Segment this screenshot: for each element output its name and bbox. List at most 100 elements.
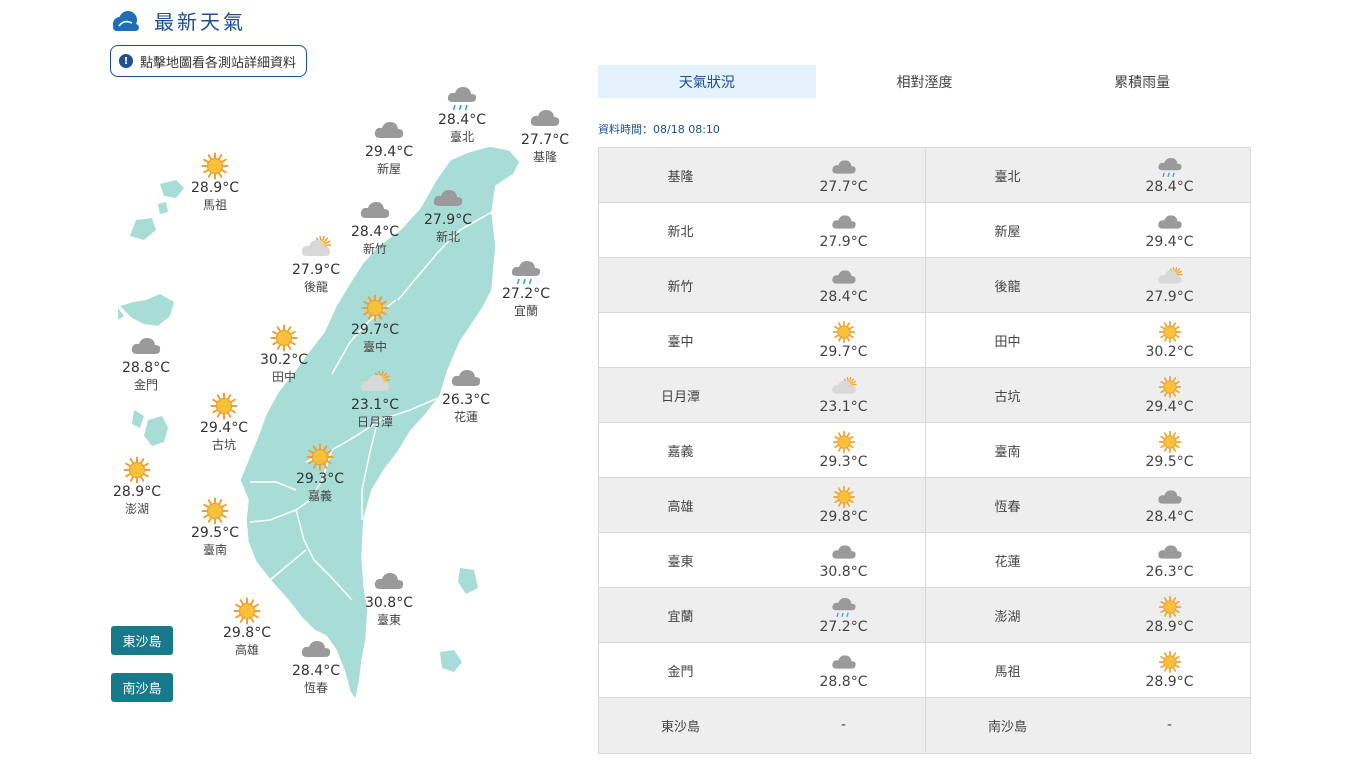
partly-cloudy-icon [360, 370, 391, 391]
tab-weather-status[interactable]: 天氣狀況 [598, 65, 816, 98]
station-temperature: 28.8°C [122, 360, 170, 376]
station-name: 田中 [994, 334, 1021, 350]
temperature-value: 28.4°C [819, 289, 868, 305]
table-cell[interactable]: 新北 27.9°C [599, 203, 925, 257]
station-temperature: 28.4°C [438, 112, 486, 128]
temperature-value: 29.4°C [1145, 234, 1194, 250]
tab-relative-humidity[interactable]: 相對溼度 [816, 65, 1034, 98]
station-temperature: 27.9°C [424, 212, 472, 228]
station-name: 金門 [133, 378, 158, 392]
temperature-value: 29.3°C [819, 454, 868, 470]
cloud-icon [374, 122, 404, 138]
table-cell[interactable]: 嘉義 29.3°C [599, 423, 925, 477]
station-penghu[interactable]: 28.9°C 澎湖 [102, 456, 172, 517]
table-cell[interactable]: 宜蘭 27.2°C [599, 588, 925, 642]
table-row: 臺東 30.8°C 花蓮 26.3°C [599, 533, 1250, 588]
table-row: 日月潭 23.1°C 古坑 29.4°C [599, 368, 1250, 423]
temperature-value: 29.7°C [819, 344, 868, 360]
table-cell[interactable]: 基隆 27.7°C [599, 148, 925, 202]
table-cell[interactable]: 臺中 29.7°C [599, 313, 925, 367]
station-temperature: 28.4°C [292, 663, 340, 679]
station-temperature: 29.5°C [191, 525, 239, 541]
no-data-value: - [1166, 717, 1173, 733]
station-kaohsiung[interactable]: 29.8°C 高雄 [212, 597, 282, 658]
table-cell[interactable]: 高雄 29.8°C [599, 478, 925, 532]
weather-value: 28.4°C [1089, 478, 1250, 532]
nansha-island-button[interactable]: 南沙島 [111, 673, 173, 702]
table-cell[interactable]: 臺南 29.5°C [925, 423, 1250, 477]
table-cell[interactable]: 恆春 28.4°C [925, 478, 1250, 532]
partly-cloudy-icon [301, 235, 332, 256]
station-taipei[interactable]: 28.4°C 臺北 [427, 84, 497, 145]
weather-value: 29.4°C [1089, 203, 1250, 257]
table-cell[interactable]: 澎湖 28.9°C [925, 588, 1250, 642]
sun-icon [832, 430, 855, 454]
station-name: 宜蘭 [513, 304, 538, 318]
table-cell[interactable]: 新竹 28.4°C [599, 258, 925, 312]
table-cell[interactable]: 古坑 29.4°C [925, 368, 1250, 422]
station-xinwu[interactable]: 29.4°C 新屋 [354, 116, 424, 177]
cloud-icon [530, 110, 560, 126]
station-tianzhong[interactable]: 30.2°C 田中 [249, 324, 319, 385]
table-row: 金門 28.8°C 馬祖 28.9°C [599, 643, 1250, 698]
station-name: 新屋 [376, 162, 401, 176]
cloud-icon [1157, 490, 1182, 504]
map-hint-label: 點擊地圖看各測站詳細資料 [140, 55, 297, 71]
station-temperature: 29.7°C [351, 322, 399, 338]
temperature-value: 28.9°C [1145, 619, 1194, 635]
station-name: 古坑 [994, 389, 1021, 405]
data-tabs: 天氣狀況 相對溼度 累積雨量 [598, 65, 1251, 98]
table-cell[interactable]: 臺北 28.4°C [925, 148, 1250, 202]
station-name: 臺北 [994, 169, 1021, 185]
table-cell[interactable]: 花蓮 26.3°C [925, 533, 1250, 587]
weather-value: 28.9°C [1089, 643, 1250, 697]
station-matsu[interactable]: 28.9°C 馬祖 [180, 152, 250, 213]
station-name: 恆春 [303, 681, 328, 695]
table-cell[interactable]: 日月潭 23.1°C [599, 368, 925, 422]
station-tainan[interactable]: 29.5°C 臺南 [180, 497, 250, 558]
table-cell[interactable]: 馬祖 28.9°C [925, 643, 1250, 697]
station-name: 馬祖 [994, 664, 1021, 680]
sun-icon [270, 324, 298, 352]
sun-icon [1158, 650, 1181, 674]
table-cell[interactable]: 東沙島 - [599, 698, 925, 752]
table-cell[interactable]: 金門 28.8°C [599, 643, 925, 697]
table-cell[interactable]: 後龍 27.9°C [925, 258, 1250, 312]
table-cell[interactable]: 新屋 29.4°C [925, 203, 1250, 257]
table-cell[interactable]: 田中 30.2°C [925, 313, 1250, 367]
station-houlong[interactable]: 27.9°C 後龍 [281, 234, 351, 295]
dongsha-island-button[interactable]: 東沙島 [111, 626, 173, 655]
station-sunmoonlake[interactable]: 23.1°C 日月潭 [340, 369, 410, 430]
sun-icon [361, 294, 389, 322]
temperature-value: 27.2°C [819, 619, 868, 635]
partly-cloudy-icon [831, 377, 857, 394]
station-yilan[interactable]: 27.2°C 宜蘭 [491, 258, 561, 319]
map-hint-button[interactable]: ! 點擊地圖看各測站詳細資料 [110, 45, 308, 77]
table-cell[interactable]: 南沙島 - [925, 698, 1250, 752]
station-gukeng[interactable]: 29.4°C 古坑 [189, 392, 259, 453]
station-name: 花蓮 [453, 410, 478, 424]
cloud-icon [451, 370, 481, 386]
temperature-value: 30.8°C [819, 564, 868, 580]
weather-value: 29.3°C [762, 423, 925, 477]
station-taichung[interactable]: 29.7°C 臺中 [340, 294, 410, 355]
cloud-icon [131, 338, 161, 354]
station-keelung[interactable]: 27.7°C 基隆 [510, 104, 580, 165]
station-taitung[interactable]: 30.8°C 臺東 [354, 567, 424, 628]
tab-accumulated-rainfall[interactable]: 累積雨量 [1033, 65, 1251, 98]
station-kinmen[interactable]: 28.8°C 金門 [111, 332, 181, 393]
station-newtaipei[interactable]: 27.9°C 新北 [413, 184, 483, 245]
station-name: 高雄 [667, 499, 694, 515]
station-hualien[interactable]: 26.3°C 花蓮 [431, 364, 501, 425]
temperature-value: 28.4°C [1145, 509, 1194, 525]
cloud-icon [831, 270, 856, 284]
table-cell[interactable]: 臺東 30.8°C [599, 533, 925, 587]
weather-value: 27.9°C [762, 203, 925, 257]
station-temperature: 23.1°C [351, 397, 399, 413]
station-hengchun[interactable]: 28.4°C 恆春 [281, 635, 351, 696]
station-name: 臺南 [994, 444, 1021, 460]
station-name: 基隆 [667, 169, 694, 185]
weather-value: 29.5°C [1089, 423, 1250, 477]
rain-cloud-icon [447, 87, 477, 111]
station-chiayi[interactable]: 29.3°C 嘉義 [285, 443, 355, 504]
